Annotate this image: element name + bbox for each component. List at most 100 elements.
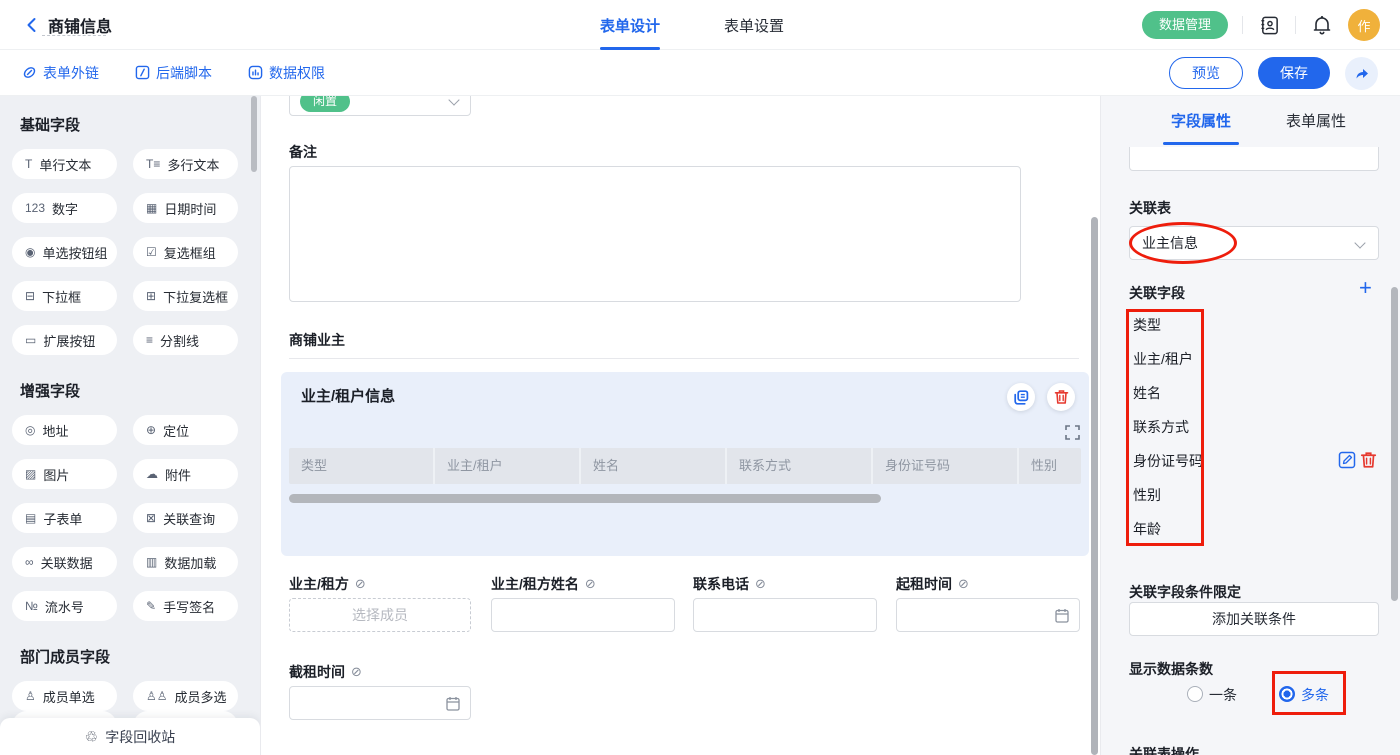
delete-widget-button[interactable] [1047, 383, 1075, 411]
field-chip-multi-line-text[interactable]: T≡多行文本 [133, 149, 238, 179]
relation-data-icon: ∞ [25, 555, 34, 569]
field-chip-multi-dropdown[interactable]: ⊞下拉复选框 [133, 281, 238, 311]
field-chip-dropdown[interactable]: ⊟下拉框 [12, 281, 117, 311]
field-chip-location[interactable]: ⊕ 定位 [133, 415, 238, 445]
chip-label: 定位 [163, 421, 189, 440]
data-load-icon: ▥ [146, 555, 157, 569]
radio-multiple-records[interactable] [1279, 686, 1295, 702]
field-chip-subform[interactable]: ▤子表单 [12, 503, 117, 533]
field-chip-serial-number[interactable]: №流水号 [12, 591, 117, 621]
radio-multiple-records-label[interactable]: 多条 [1301, 685, 1329, 705]
image-icon: ▨ [25, 467, 36, 481]
header-divider [1295, 16, 1296, 34]
divider-line-icon: ≡ [146, 333, 153, 347]
lease-end-input[interactable] [290, 687, 470, 719]
relation-table-select[interactable]: 业主信息 [1129, 226, 1379, 260]
panel-active-tab-indicator [1163, 142, 1239, 145]
chip-label: 多行文本 [167, 155, 219, 174]
relation-field-item[interactable]: 类型 [1133, 308, 1203, 342]
delete-relation-fields-button[interactable] [1360, 451, 1378, 469]
tab-form-properties[interactable]: 表单属性 [1278, 110, 1354, 131]
member-picker-input[interactable] [290, 599, 470, 631]
panel-scrollbar[interactable] [1391, 287, 1398, 601]
clipped-input-field[interactable] [1129, 147, 1379, 171]
chip-label: 成员多选 [175, 687, 227, 706]
field-chip-checkbox-group[interactable]: ☑复选框组 [133, 237, 238, 267]
notifications-button[interactable] [1310, 13, 1334, 37]
user-avatar[interactable]: 作 [1348, 9, 1380, 41]
field-chip-radio-group[interactable]: ◉单选按钮组 [12, 237, 117, 267]
tab-form-design[interactable]: 表单设计 [600, 0, 660, 50]
calendar-icon [446, 696, 460, 716]
field-chip-data-load[interactable]: ▥ 数据加载 [133, 547, 238, 577]
recycle-bin-label: 字段回收站 [105, 727, 175, 747]
lease-start-field[interactable] [896, 598, 1080, 632]
subtable-widget-selected[interactable]: 业主/租户信息 [281, 372, 1089, 556]
lease-end-field[interactable] [289, 686, 471, 720]
field-chip-image[interactable]: ▨ 图片 [12, 459, 117, 489]
field-chip-attachment[interactable]: ☁附件 [133, 459, 238, 489]
subtable-horizontal-scrollbar[interactable] [289, 494, 881, 503]
radio-single-record[interactable] [1187, 686, 1203, 702]
back-button[interactable] [20, 13, 44, 37]
chip-label: 图片 [43, 465, 69, 484]
lease-start-label: 起租时间 ⊘ [896, 574, 969, 594]
chip-label: 附件 [165, 465, 191, 484]
tab-field-properties[interactable]: 字段属性 [1163, 110, 1239, 131]
page-title[interactable]: 商铺信息 [48, 19, 112, 36]
relation-field-item[interactable]: 姓名 [1133, 376, 1203, 410]
expand-widget-button[interactable] [1065, 425, 1080, 445]
remark-textarea[interactable] [289, 166, 1021, 302]
data-manage-button[interactable]: 数据管理 [1142, 11, 1228, 39]
field-chip-divider-line[interactable]: ≡分割线 [133, 325, 238, 355]
member-picker-field[interactable] [289, 598, 471, 632]
external-link-action[interactable]: 表单外链 [22, 63, 99, 83]
share-button[interactable] [1345, 57, 1378, 90]
field-chip-relation-query[interactable]: ⊠关联查询 [133, 503, 238, 533]
field-chip-number[interactable]: 123数字 [12, 193, 117, 223]
copy-icon [1014, 390, 1029, 405]
field-chip-datetime[interactable]: ▦日期时间 [133, 193, 238, 223]
status-select[interactable]: 闲置 [289, 96, 471, 116]
chip-label: 子表单 [43, 509, 82, 528]
field-chip-member-multi[interactable]: ♙♙成员多选 [133, 681, 238, 711]
add-relation-field-button[interactable]: + [1359, 277, 1372, 299]
field-chip-address[interactable]: ◎地址 [12, 415, 117, 445]
contact-phone-input[interactable] [694, 599, 876, 631]
relation-field-item[interactable]: 业主/租户 [1133, 342, 1203, 376]
chip-label: 数据加载 [164, 553, 216, 572]
copy-widget-button[interactable] [1007, 383, 1035, 411]
preview-button[interactable]: 预览 [1169, 57, 1243, 89]
section-divider [289, 358, 1079, 359]
field-chip-relation-data[interactable]: ∞关联数据 [12, 547, 117, 577]
relation-field-item[interactable]: 年龄 [1133, 512, 1203, 546]
chip-label: 扩展按钮 [43, 331, 95, 350]
backend-script-action[interactable]: 后端脚本 [135, 63, 212, 83]
locate-icon: ⊕ [146, 423, 156, 437]
relation-field-item[interactable]: 性别 [1133, 478, 1203, 512]
basic-fields-grid: T单行文本 T≡多行文本 123数字 ▦日期时间 ◉单选按钮组 ☑复选框组 ⊟下… [12, 149, 260, 355]
lease-start-input[interactable] [897, 599, 1079, 631]
field-chip-member-single[interactable]: ♙成员单选 [12, 681, 117, 711]
add-condition-button[interactable]: 添加关联条件 [1129, 602, 1379, 636]
contact-book-button[interactable] [1257, 13, 1281, 37]
relation-field-item[interactable]: 身份证号码 [1133, 444, 1203, 478]
save-button[interactable]: 保存 [1258, 57, 1330, 89]
owner-section-label: 商铺业主 [289, 330, 345, 350]
sidebar-scrollbar[interactable] [251, 96, 257, 172]
edit-relation-fields-button[interactable] [1338, 451, 1356, 469]
number-icon: 123 [25, 201, 45, 215]
owner-name-field[interactable] [491, 598, 675, 632]
field-chip-extend-button[interactable]: ▭ 扩展按钮 [12, 325, 117, 355]
extend-button-icon: ▭ [25, 333, 36, 347]
relation-field-item[interactable]: 联系方式 [1133, 410, 1203, 444]
tab-form-settings[interactable]: 表单设置 [724, 0, 784, 50]
canvas-scrollbar[interactable] [1091, 217, 1098, 755]
contact-phone-field[interactable] [693, 598, 877, 632]
field-recycle-bin[interactable]: ♲ 字段回收站 [0, 718, 260, 755]
owner-name-input[interactable] [492, 599, 674, 631]
field-chip-signature[interactable]: ✎手写签名 [133, 591, 238, 621]
data-permission-action[interactable]: 数据权限 [248, 63, 325, 83]
radio-single-record-label[interactable]: 一条 [1209, 685, 1237, 705]
field-chip-single-line-text[interactable]: T单行文本 [12, 149, 117, 179]
